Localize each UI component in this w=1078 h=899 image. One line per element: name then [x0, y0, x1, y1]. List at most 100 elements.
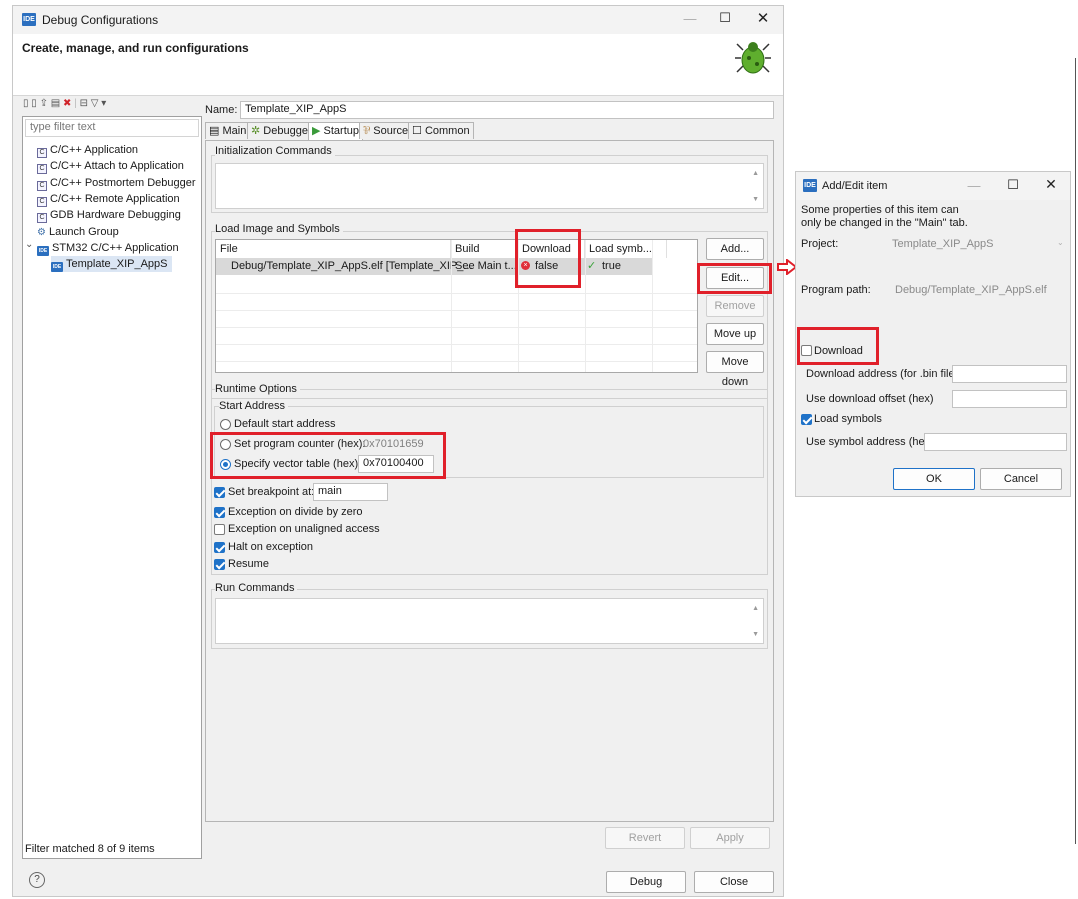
tree-item-label: Launch Group: [48, 225, 119, 238]
download-address-input[interactable]: [952, 365, 1067, 383]
tree-item[interactable]: ⌄ IDE STM32 C/C++ Application: [25, 239, 179, 256]
row-load-symbols: true: [602, 260, 621, 272]
config-tree-panel: type filter text C C/C++ Application C C/C+…: [22, 116, 202, 859]
tab-common[interactable]: ☐ Common: [408, 122, 474, 139]
cancel-button[interactable]: Cancel: [980, 468, 1062, 490]
column-load-symbols[interactable]: Load symb...: [585, 240, 667, 258]
tab-main[interactable]: ▤ Main: [205, 122, 251, 139]
c-config-icon: C: [37, 180, 47, 191]
launch-group-icon: ⚙: [37, 226, 46, 238]
new-prototype-icon[interactable]: ▯: [31, 98, 37, 109]
halt-on-exception-checkbox[interactable]: [214, 542, 225, 553]
tab-startup[interactable]: ▶ Startup: [308, 122, 363, 140]
scroll-up-icon[interactable]: ▲: [752, 605, 759, 612]
help-icon[interactable]: ?: [29, 872, 45, 888]
tree-item[interactable]: C GDB Hardware Debugging: [37, 207, 181, 224]
close-icon[interactable]: ✕: [1036, 176, 1066, 193]
remove-button[interactable]: Remove: [706, 295, 764, 317]
tab-source[interactable]: ⅌ Source: [359, 122, 413, 139]
run-commands-textarea[interactable]: ▲ ▼: [215, 598, 764, 644]
download-offset-input[interactable]: [952, 390, 1067, 408]
new-config-icon[interactable]: ▯: [23, 98, 29, 109]
filter-icon[interactable]: ▽: [91, 98, 99, 109]
apply-button[interactable]: Apply: [690, 827, 770, 849]
maximize-icon[interactable]: ☐: [710, 10, 740, 26]
exception-unaligned-checkbox[interactable]: [214, 524, 225, 535]
init-commands-textarea[interactable]: ▲ ▼: [215, 163, 764, 209]
minimize-icon[interactable]: —: [675, 11, 705, 26]
bug-icon: [735, 42, 771, 74]
scroll-up-icon[interactable]: ▲: [752, 170, 759, 177]
scroll-down-icon[interactable]: ▼: [752, 631, 759, 638]
runtime-options-label: Runtime Options: [215, 383, 300, 395]
page-edge-line: [1075, 58, 1076, 844]
tree-item[interactable]: C C/C++ Postmortem Debugger: [37, 175, 196, 191]
collapse-all-icon[interactable]: ⊟: [80, 98, 88, 109]
chevron-down-icon[interactable]: ⌄: [1057, 238, 1064, 247]
table-row[interactable]: Debug/Template_XIP_AppS.elf [Template_XI…: [216, 258, 652, 275]
close-icon[interactable]: ✕: [748, 9, 778, 27]
view-menu-icon[interactable]: ▾: [101, 98, 106, 109]
export-icon[interactable]: ⇪: [40, 98, 48, 109]
maximize-icon[interactable]: ☐: [998, 177, 1028, 193]
chevron-down-icon[interactable]: ⌄: [25, 237, 33, 253]
symbol-address-input[interactable]: [924, 433, 1067, 451]
debug-button[interactable]: Debug: [606, 871, 686, 893]
tree-item[interactable]: IDE Template_XIP_AppS: [51, 256, 172, 273]
column-file[interactable]: File: [216, 240, 451, 258]
download-column-highlight: [515, 229, 581, 288]
set-breakpoint-checkbox[interactable]: [214, 487, 225, 498]
tree-item-label: STM32 C/C++ Application: [52, 241, 179, 254]
common-tab-icon: ☐: [412, 125, 422, 137]
dialog-note: Some properties of this item can only be…: [801, 204, 968, 229]
load-symbols-checkbox[interactable]: [801, 414, 812, 425]
project-label: Project:: [801, 238, 839, 250]
tree-item-label: C/C++ Postmortem Debugger: [50, 176, 196, 189]
minimize-icon[interactable]: —: [959, 178, 989, 193]
tree-item[interactable]: ⚙ Launch Group: [37, 224, 119, 240]
startup-tab-icon: ▶: [312, 125, 321, 137]
tree-item[interactable]: C C/C++ Remote Application: [37, 191, 180, 207]
scroll-down-icon[interactable]: ▼: [752, 196, 759, 203]
startup-tab-content: Initialization Commands ▲ ▼ Load Image a…: [205, 140, 774, 822]
ide-icon: IDE: [22, 13, 36, 26]
exception-divide-checkbox[interactable]: [214, 507, 225, 518]
c-config-icon: C: [37, 213, 47, 224]
tree-item[interactable]: C C/C++ Application: [37, 142, 138, 158]
default-start-label: Default start address: [234, 418, 336, 430]
start-address-highlight: [210, 432, 446, 479]
move-down-button[interactable]: Move down: [706, 351, 764, 388]
tree-item-label: Template_XIP_AppS: [66, 258, 168, 271]
ok-button[interactable]: OK: [893, 468, 975, 490]
tab-debugger[interactable]: ✲ Debugger: [247, 122, 316, 139]
ide-icon: IDE: [37, 245, 49, 256]
name-input[interactable]: Template_XIP_AppS: [240, 101, 774, 119]
page-title: Create, manage, and run configurations: [22, 41, 249, 55]
add-button[interactable]: Add...: [706, 238, 764, 260]
window-title: Debug Configurations: [42, 13, 159, 27]
revert-button[interactable]: Revert: [605, 827, 685, 849]
tree-item[interactable]: C C/C++ Attach to Application: [37, 158, 184, 175]
load-image-label: Load Image and Symbols: [215, 223, 343, 235]
duplicate-icon[interactable]: ▤: [51, 98, 60, 109]
ide-icon: IDE: [803, 179, 817, 192]
close-button[interactable]: Close: [694, 871, 774, 893]
symbol-address-label: Use symbol address (hex): [806, 436, 934, 448]
column-build[interactable]: Build: [451, 240, 518, 258]
main-tab-icon: ▤: [209, 125, 220, 137]
filter-input[interactable]: type filter text: [25, 119, 199, 137]
tree-item-label: GDB Hardware Debugging: [50, 209, 181, 222]
move-up-button[interactable]: Move up: [706, 323, 764, 345]
row-build: See Main t...: [455, 260, 517, 272]
delete-icon[interactable]: ✖: [63, 98, 71, 109]
program-path-label: Program path:: [801, 284, 871, 296]
run-commands-label: Run Commands: [215, 582, 298, 594]
default-start-radio[interactable]: [220, 419, 231, 430]
resume-checkbox[interactable]: [214, 559, 225, 570]
project-select[interactable]: Template_XIP_AppS: [892, 238, 994, 250]
load-symbols-label: Load symbols: [814, 413, 882, 425]
add-edit-dialog: IDE Add/Edit item — ☐ ✕ Some properties …: [795, 171, 1071, 497]
tree-item-label: C/C++ Remote Application: [50, 192, 180, 205]
check-icon: ✓: [587, 260, 597, 272]
breakpoint-input[interactable]: main: [313, 483, 388, 501]
